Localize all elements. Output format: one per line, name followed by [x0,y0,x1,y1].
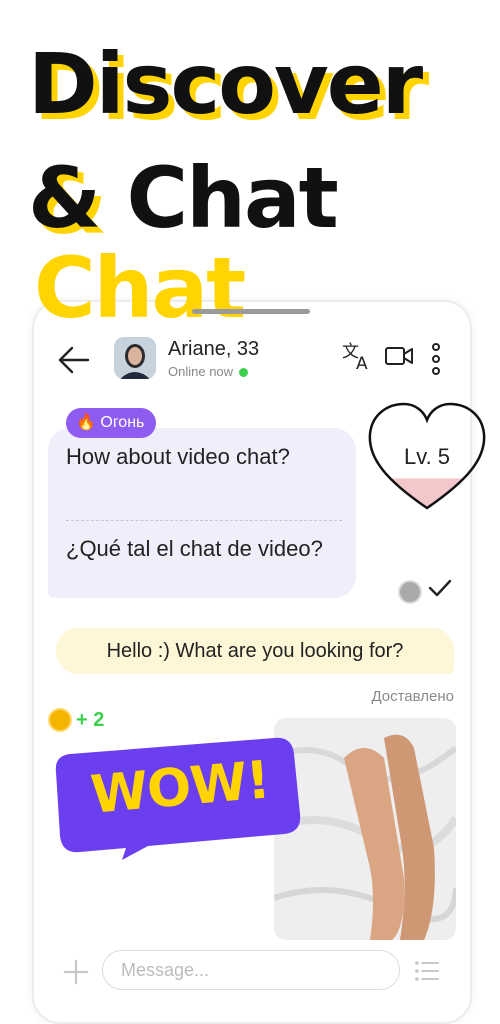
coin-icon [48,708,72,732]
message-original-text: How about video chat? [66,444,290,469]
translation-divider [66,520,342,521]
back-arrow-icon[interactable] [56,344,92,376]
plus-icon[interactable] [62,958,90,986]
outgoing-message-bubble[interactable]: Hello :) What are you looking for? [56,628,454,674]
phone-notch [192,309,310,314]
avatar[interactable] [114,337,156,379]
message-input-bar [34,944,470,1000]
video-camera-icon[interactable] [384,344,414,368]
svg-text:A: A [356,354,368,372]
chat-header: Ariane, 33 Online now 文A [34,332,470,392]
headline-discover: Discover Discover [28,35,429,139]
message-translated-text: ¿Qué tal el chat de video? [66,536,323,561]
translate-icon[interactable]: 文A [340,340,376,374]
level-label: Lv. 5 [403,444,451,469]
fire-tag: 🔥 Огонь [66,408,157,438]
list-menu-icon[interactable] [414,958,440,984]
contact-status: Online now [168,364,249,379]
delivery-status: Доставлено [371,688,454,705]
more-vertical-icon[interactable] [430,342,442,376]
online-dot [239,368,249,378]
headline-chat: & Chat & Chat [28,149,339,337]
message-input[interactable] [102,950,400,990]
check-icon [426,576,454,600]
contact-name: Ariane, 33 [168,338,260,360]
coin-reward: + 2 [48,708,104,732]
coin-icon [398,580,422,604]
